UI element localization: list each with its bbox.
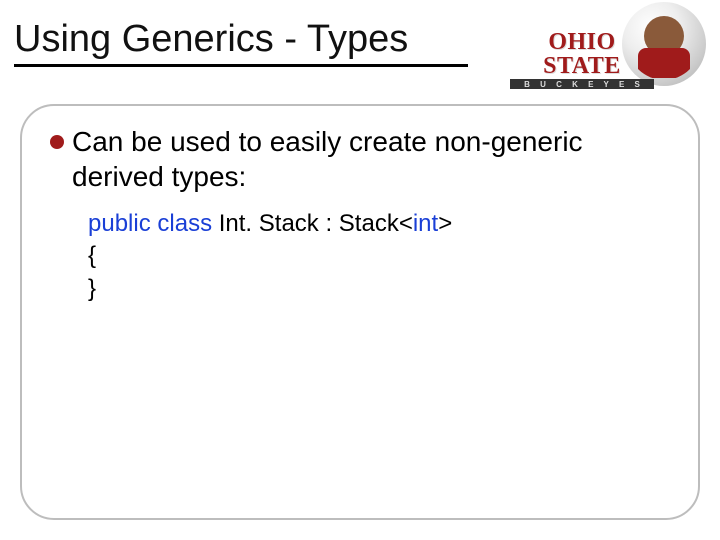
code-end-angle: > [438,210,452,237]
bullet-text: Can be used to easily create non-generic… [72,124,670,194]
code-plain-1: Int. Stack : Stack< [219,210,413,237]
code-line-3: } [88,273,670,305]
logo-text-sub: B U C K E Y E S [510,79,654,89]
code-line-2: { [88,240,670,272]
logo-wordmark: OHIO STATE B U C K E Y E S [510,30,654,89]
bullet-icon [50,135,64,149]
title-underline [14,64,468,67]
slide: Using Generics - Types OHIO STATE B U C … [0,0,720,540]
slide-title: Using Generics - Types [14,18,408,61]
bullet-item: Can be used to easily create non-generic… [50,124,670,194]
code-line-1: public class Int. Stack : Stack<int> [88,208,670,240]
kw-public: public [88,210,151,237]
code-block: public class Int. Stack : Stack<int> { } [88,208,670,305]
logo: OHIO STATE B U C K E Y E S [510,2,706,88]
title-area: Using Generics - Types OHIO STATE B U C … [0,0,720,90]
content-box: Can be used to easily create non-generic… [20,104,700,520]
logo-text-main: OHIO STATE [510,30,654,78]
kw-class: class [157,210,212,237]
kw-int: int [413,210,438,237]
